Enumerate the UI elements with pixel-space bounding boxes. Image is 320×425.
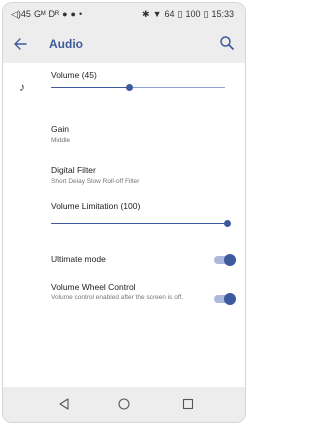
page-title: Audio — [49, 37, 83, 51]
gain-label[interactable]: Gain — [51, 124, 69, 134]
status-bar: ◁)45 Gᴹ Dᴿ ● ● • ✱ ▼ 64 ▯ 100 ▯ 15:33 — [3, 3, 245, 25]
clock: 15:33 — [211, 9, 234, 19]
wifi-icon: ▼ — [152, 9, 162, 19]
search-icon[interactable] — [219, 35, 235, 51]
volume-wheel-control-description: Volume control enabled after the screen … — [51, 294, 184, 301]
volume-slider-fill — [51, 87, 130, 88]
ultimate-mode-toggle[interactable] — [214, 254, 236, 266]
more-notifications-dot: • — [78, 9, 83, 19]
volume-status-indicator: ◁)45 — [11, 9, 31, 19]
volume-wheel-control-toggle[interactable] — [214, 293, 236, 305]
volume-limitation-slider[interactable] — [51, 220, 231, 227]
bluetooth-icon: ✱ — [142, 9, 150, 19]
status-right-group: ✱ ▼ 64 ▯ 100 ▯ 15:33 — [142, 9, 237, 20]
back-triangle-icon[interactable] — [57, 397, 71, 411]
home-circle-icon[interactable] — [117, 397, 131, 411]
navigation-bar — [3, 387, 245, 422]
battery-level-b: 100 — [185, 9, 201, 19]
music-note-icon: ♪ — [19, 80, 25, 94]
volume-limitation-label: Volume Limitation (100) — [51, 201, 141, 211]
recents-square-icon[interactable] — [181, 397, 195, 411]
volume-label: Volume (45) — [51, 70, 97, 80]
ultimate-mode-toggle-knob — [224, 254, 236, 266]
battery-icon-b: ▯ — [203, 9, 209, 19]
volume-limitation-slider-thumb[interactable] — [224, 220, 231, 227]
status-left-group: ◁)45 Gᴹ Dᴿ ● ● • — [11, 9, 85, 20]
phone-screen: ◁)45 Gᴹ Dᴿ ● ● • ✱ ▼ 64 ▯ 100 ▯ 15:33 Audio ♪ Volum… — [2, 2, 246, 423]
battery-icon-a: ▯ — [177, 9, 183, 19]
app-bar: Audio — [3, 25, 245, 63]
digital-filter-label[interactable]: Digital Filter — [51, 165, 96, 175]
battery-level-a: 64 — [164, 9, 175, 19]
gain-status-indicator: Gᴹ — [33, 9, 46, 19]
ultimate-mode-label: Ultimate mode — [51, 254, 106, 264]
notification-icon-1: ● — [62, 9, 68, 19]
volume-slider[interactable] — [51, 84, 225, 91]
dr-status-indicator: Dᴿ — [48, 9, 60, 19]
volume-wheel-control-label: Volume Wheel Control — [51, 282, 136, 292]
gain-value: Middle — [51, 137, 71, 144]
volume-slider-thumb[interactable] — [126, 84, 134, 91]
volume-wheel-control-toggle-knob — [224, 293, 236, 305]
notification-icon-2: ● — [70, 9, 76, 19]
volume-limitation-slider-fill — [51, 223, 227, 224]
back-arrow-icon[interactable] — [12, 36, 28, 52]
digital-filter-value: Short Delay Slow Roll-off Filter — [51, 178, 140, 185]
